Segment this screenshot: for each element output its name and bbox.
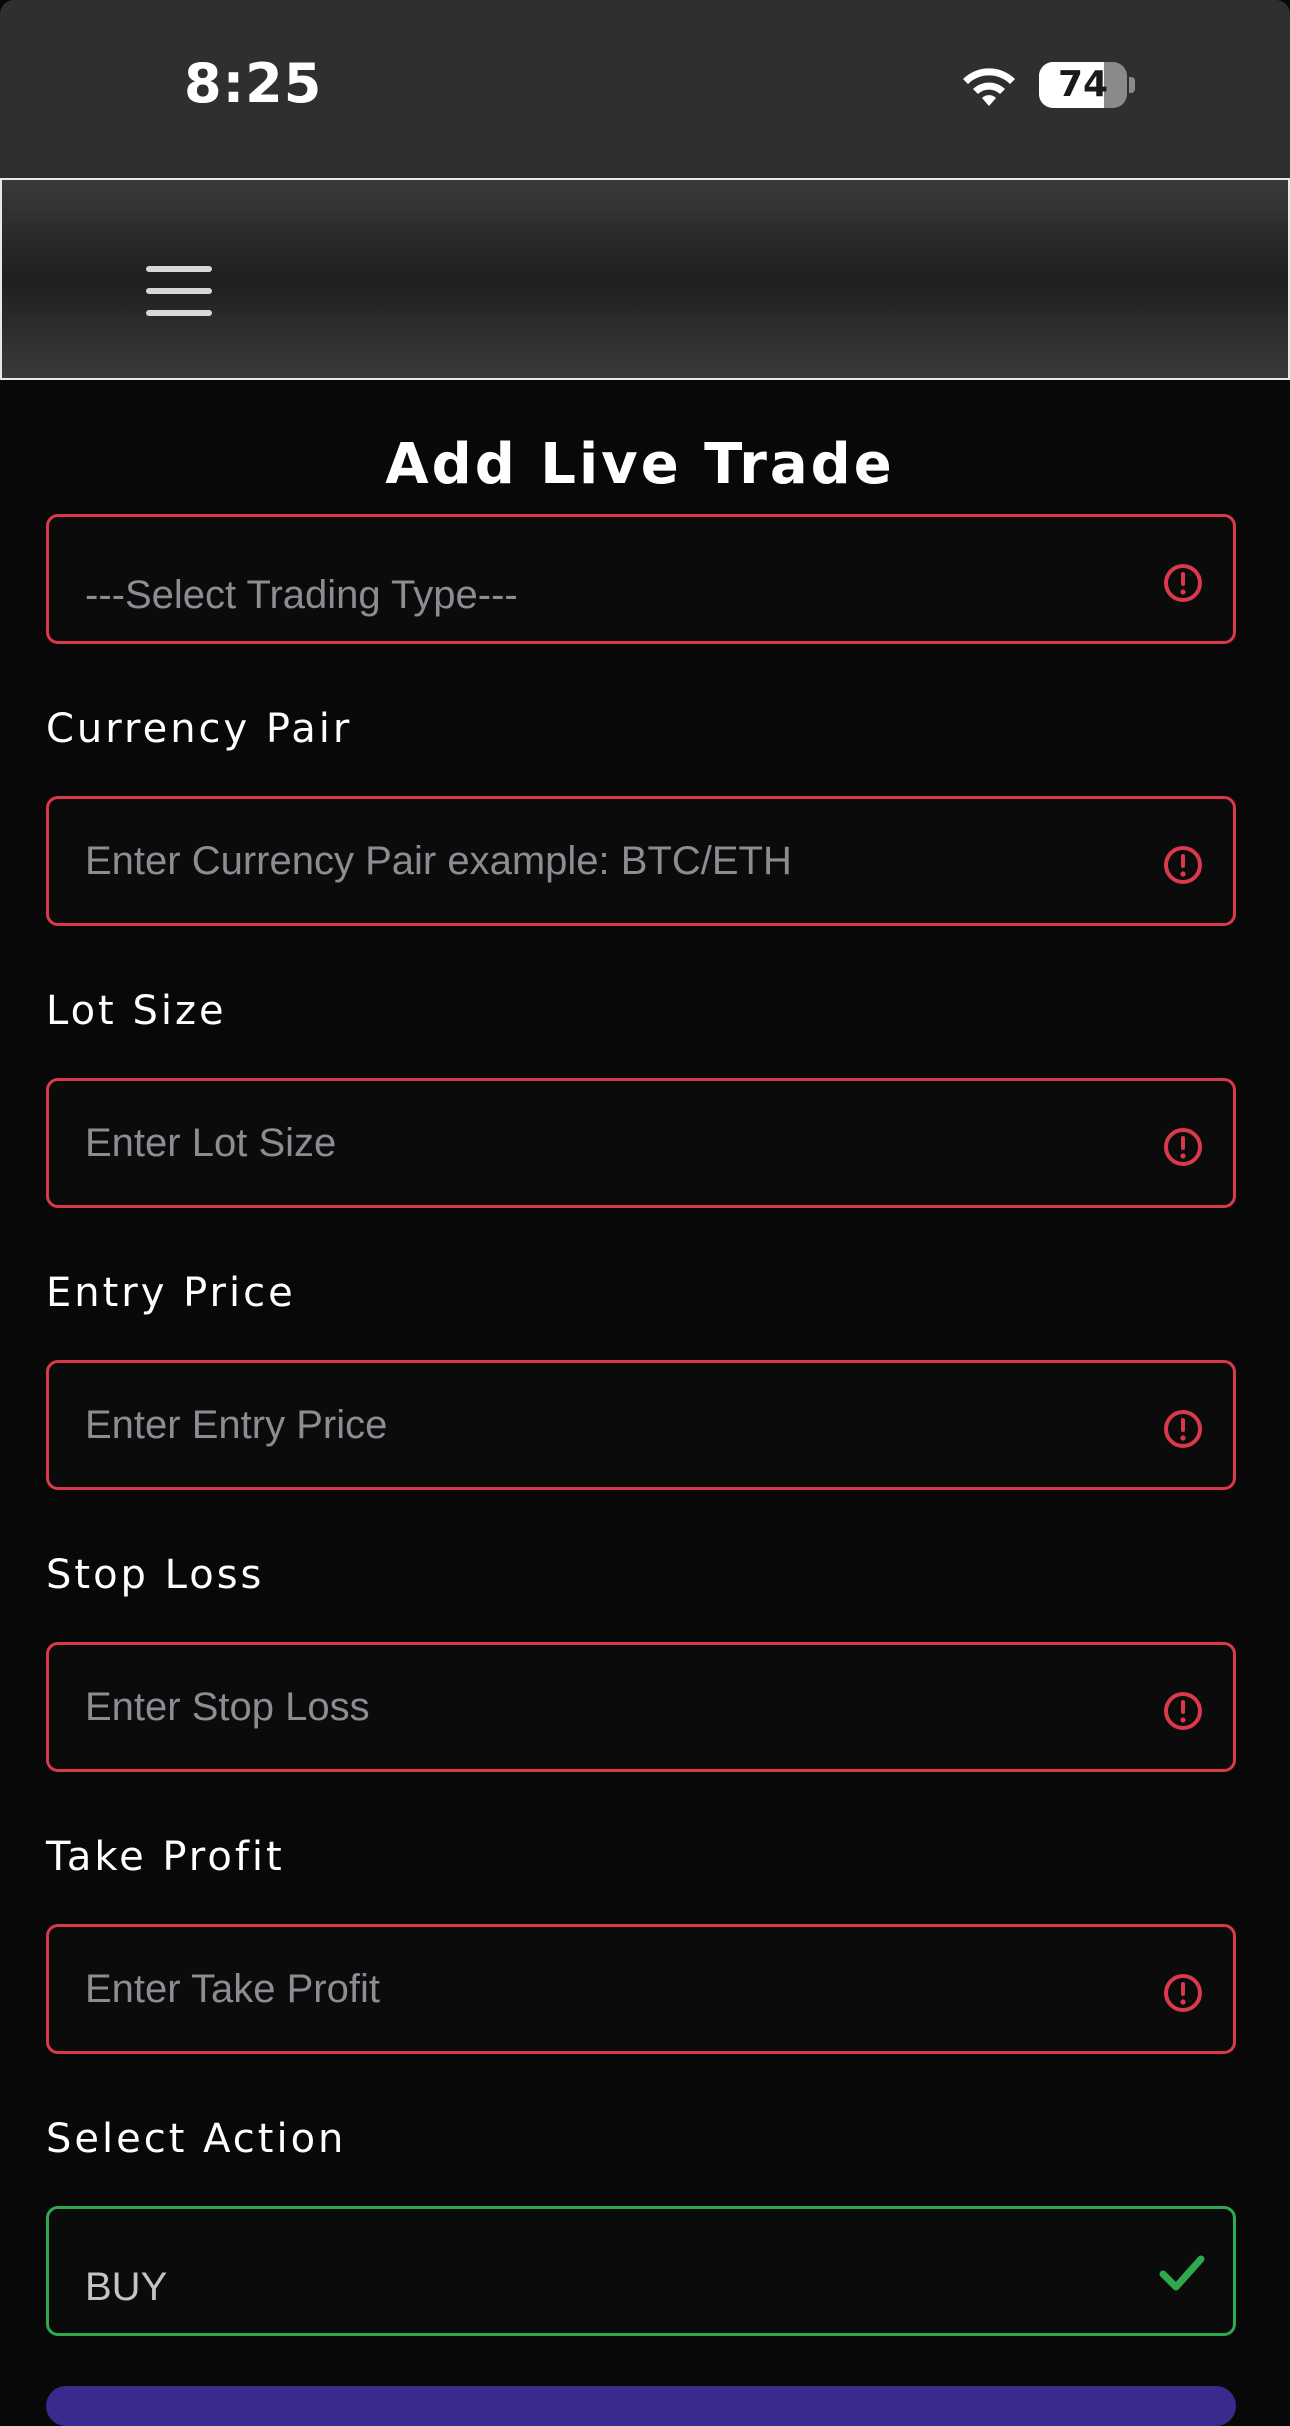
lot-size-label: Lot Size bbox=[46, 988, 227, 1034]
action-select[interactable]: BUY bbox=[46, 2206, 1236, 2336]
error-icon bbox=[1164, 1128, 1202, 1166]
app-header bbox=[0, 178, 1290, 380]
take-profit-input[interactable] bbox=[85, 1927, 1125, 2051]
status-time: 8:25 bbox=[184, 52, 323, 115]
trading-type-select[interactable]: ---Select Trading Type--- bbox=[46, 514, 1236, 644]
action-selected-value: BUY bbox=[85, 2265, 168, 2309]
lot-size-field bbox=[46, 1078, 1236, 1208]
stop-loss-input[interactable] bbox=[85, 1645, 1125, 1769]
currency-pair-input[interactable] bbox=[85, 799, 1125, 923]
checkmark-icon bbox=[1159, 2255, 1205, 2291]
currency-pair-label: Currency Pair bbox=[46, 706, 353, 752]
currency-pair-field bbox=[46, 796, 1236, 926]
trading-type-placeholder: ---Select Trading Type--- bbox=[85, 573, 518, 617]
submit-button[interactable] bbox=[46, 2386, 1236, 2426]
wifi-icon bbox=[963, 68, 1015, 106]
stop-loss-field bbox=[46, 1642, 1236, 1772]
error-icon bbox=[1164, 846, 1202, 884]
select-action-label: Select Action bbox=[46, 2116, 347, 2162]
page-title: Add Live Trade bbox=[385, 432, 895, 497]
battery-level: 74 bbox=[1057, 64, 1109, 105]
stop-loss-label: Stop Loss bbox=[46, 1552, 265, 1598]
entry-price-label: Entry Price bbox=[46, 1270, 296, 1316]
error-icon bbox=[1164, 1410, 1202, 1448]
take-profit-field bbox=[46, 1924, 1236, 2054]
battery-icon: 74 bbox=[1039, 62, 1135, 110]
take-profit-label: Take Profit bbox=[46, 1834, 285, 1880]
entry-price-input[interactable] bbox=[85, 1363, 1125, 1487]
entry-price-field bbox=[46, 1360, 1236, 1490]
status-bar: 8:25 74 bbox=[0, 0, 1290, 178]
error-icon bbox=[1164, 1692, 1202, 1730]
error-icon bbox=[1164, 1974, 1202, 2012]
hamburger-menu-icon[interactable] bbox=[140, 264, 220, 324]
error-icon bbox=[1164, 564, 1202, 602]
lot-size-input[interactable] bbox=[85, 1081, 1125, 1205]
